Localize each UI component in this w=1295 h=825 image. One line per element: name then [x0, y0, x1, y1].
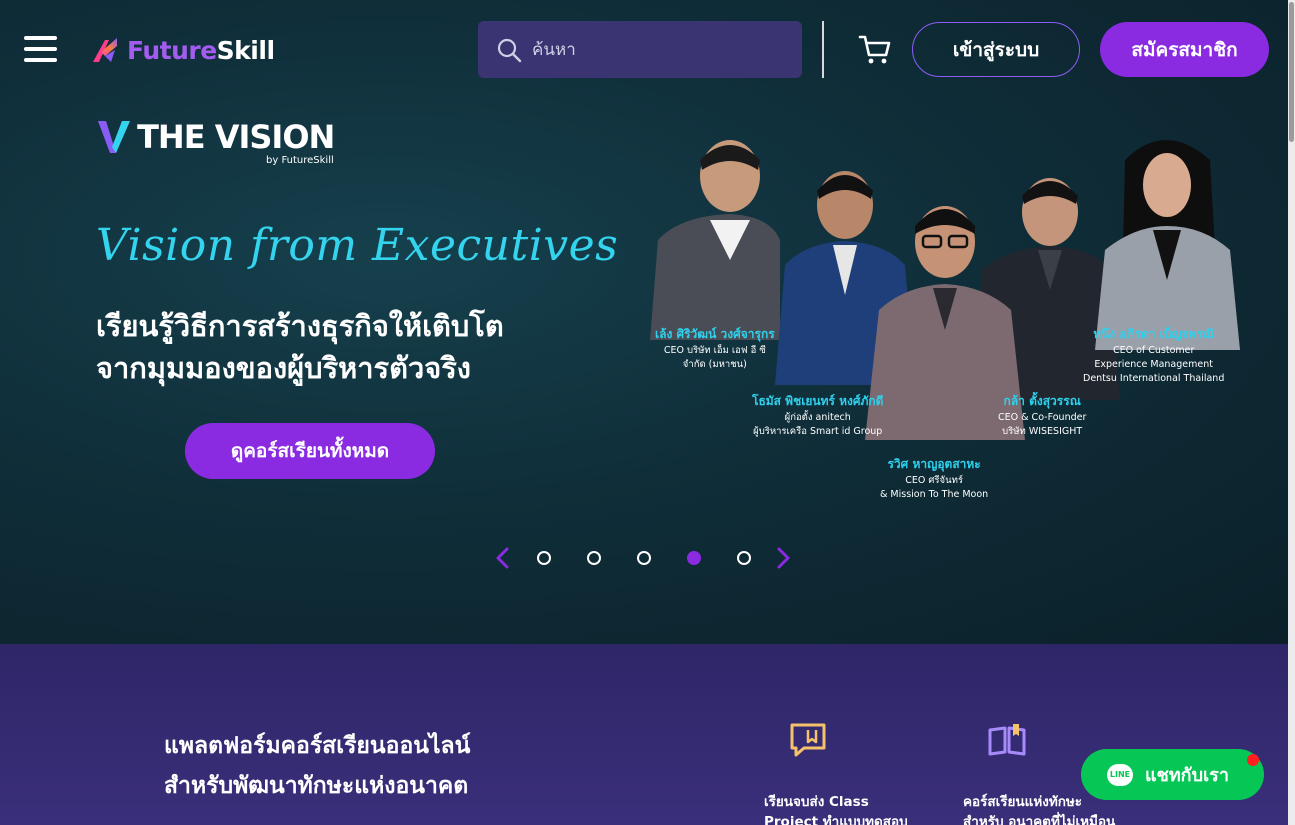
executive-role: CEO & Co-Founder	[998, 412, 1087, 423]
feature-item: เรียนจบส่ง Class Project ทำแบบทดสอบ	[764, 722, 944, 825]
futureskill-logo[interactable]: FutureSkill	[89, 32, 275, 68]
executive-label: รวิศ หาญอุตสาหะ CEO ศรีจันทร์ & Mission …	[880, 455, 988, 502]
vision-title: THE VISION	[137, 118, 335, 156]
executive-role: ผู้ก่อตั้ง anitech	[784, 412, 851, 423]
certificate-flag-icon	[790, 723, 826, 757]
executive-name: กล้า ตั้งสุวรรณ	[1003, 394, 1081, 408]
open-book-icon	[988, 724, 1026, 756]
executive-role: CEO บริษัท เอ็ม เอฟ อี ซี	[663, 345, 766, 356]
logo-text-future: Future	[127, 35, 217, 65]
menu-icon[interactable]	[24, 36, 57, 64]
carousel-dot[interactable]	[737, 551, 751, 565]
vision-by-label: by FutureSkill	[266, 155, 334, 166]
hero-banner: FutureSkill เข้าสู่ระบบ สมัครสมาชิก THE …	[0, 0, 1288, 644]
search-box[interactable]	[478, 21, 802, 78]
executive-role: บริษัท WISESIGHT	[1002, 426, 1083, 437]
feature-line: สำหรับ อนาคตที่ไม่เหมือน	[963, 814, 1116, 825]
executive-role: จำกัด (มหาชน)	[682, 359, 747, 370]
executive-name: เล้ง ศิริวัฒน์ วงศ์จารุกร	[655, 327, 775, 341]
notification-dot	[1247, 754, 1259, 766]
executive-role: CEO of Customer	[1112, 345, 1195, 356]
line-icon: LINE	[1107, 763, 1133, 786]
search-icon	[497, 38, 522, 62]
executive-role: ผู้บริหารเครือ Smart id Group	[753, 426, 883, 437]
executive-role: CEO ศรีจันทร์	[905, 475, 963, 486]
carousel-dot[interactable]	[537, 551, 551, 565]
carousel-controls	[494, 544, 794, 572]
view-all-courses-button[interactable]: ดูคอร์สเรียนทั้งหมด	[185, 423, 435, 479]
login-button[interactable]: เข้าสู่ระบบ	[912, 22, 1080, 77]
logo-text-skill: Skill	[216, 35, 275, 65]
feature-line: Project ทำแบบทดสอบ	[764, 814, 908, 825]
executive-name: โธมัส พิชเยนทร์ หงศ์ภักดี	[752, 394, 884, 408]
executive-label: หนึ่ง อภิรดา เบ็ญจพรณี CEO of Customer E…	[1083, 325, 1224, 386]
executive-role: Experience Management	[1094, 359, 1213, 370]
headline-line-2: จากมุมมองของผู้บริหารตัวจริง	[96, 351, 471, 385]
hero-headline: เรียนรู้วิธีการสร้างธุรกิจให้เติบโต จากม…	[96, 305, 536, 389]
executive-label: กล้า ตั้งสุวรรณ CEO & Co-Founder บริษัท …	[998, 392, 1086, 439]
executive-name: หนึ่ง อภิรดา เบ็ญจพรณี	[1093, 327, 1215, 341]
executive-role: & Mission To The Moon	[880, 489, 989, 500]
chat-with-us-button[interactable]: LINE แชทกับเรา	[1081, 749, 1264, 800]
headline-line-1: เรียนรู้วิธีการสร้างธุรกิจให้เติบโต	[96, 309, 504, 343]
scrollbar-thumb[interactable]	[1289, 2, 1294, 142]
signup-button[interactable]: สมัครสมาชิก	[1100, 22, 1269, 77]
executives-image: เล้ง ศิริวัฒน์ วงศ์จารุกร CEO บริษัท เอ็…	[640, 130, 1240, 510]
platform-heading: แพลตฟอร์มคอร์สเรียนออนไลน์ สำหรับพัฒนาทั…	[164, 726, 544, 806]
feature-line: เรียนจบส่ง Class	[764, 794, 869, 810]
search-input[interactable]	[532, 39, 782, 60]
executive-role: Dentsu International Thailand	[1083, 373, 1225, 384]
executive-label: เล้ง ศิริวัฒน์ วงศ์จารุกร CEO บริษัท เอ็…	[655, 325, 775, 372]
carousel-dot[interactable]	[587, 551, 601, 565]
chevron-right-icon[interactable]	[774, 547, 792, 569]
carousel-dot-active[interactable]	[687, 551, 701, 565]
vision-v-icon	[98, 121, 130, 153]
chevron-left-icon[interactable]	[494, 547, 512, 569]
executive-name: รวิศ หาญอุตสาหะ	[887, 457, 981, 471]
header-divider	[822, 21, 824, 78]
hero-tagline: Vision from Executives	[96, 220, 619, 271]
executive-photo	[1095, 140, 1240, 350]
platform-heading-line-2: สำหรับพัฒนาทักษะแห่งอนาคต	[164, 773, 469, 799]
the-vision-logo: THE VISION by FutureSkill	[96, 118, 335, 166]
platform-intro-section: แพลตฟอร์มคอร์สเรียนออนไลน์ สำหรับพัฒนาทั…	[0, 644, 1288, 825]
executive-label: โธมัส พิชเยนทร์ หงศ์ภักดี ผู้ก่อตั้ง ani…	[752, 392, 883, 439]
futureskill-logo-mark-icon	[93, 38, 117, 62]
page-scrollbar[interactable]	[1288, 0, 1295, 825]
chat-label: แชทกับเรา	[1145, 765, 1229, 786]
shopping-cart-icon[interactable]	[858, 33, 892, 67]
executive-photo	[650, 140, 780, 340]
platform-heading-line-1: แพลตฟอร์มคอร์สเรียนออนไลน์	[164, 733, 471, 759]
carousel-dot[interactable]	[637, 551, 651, 565]
